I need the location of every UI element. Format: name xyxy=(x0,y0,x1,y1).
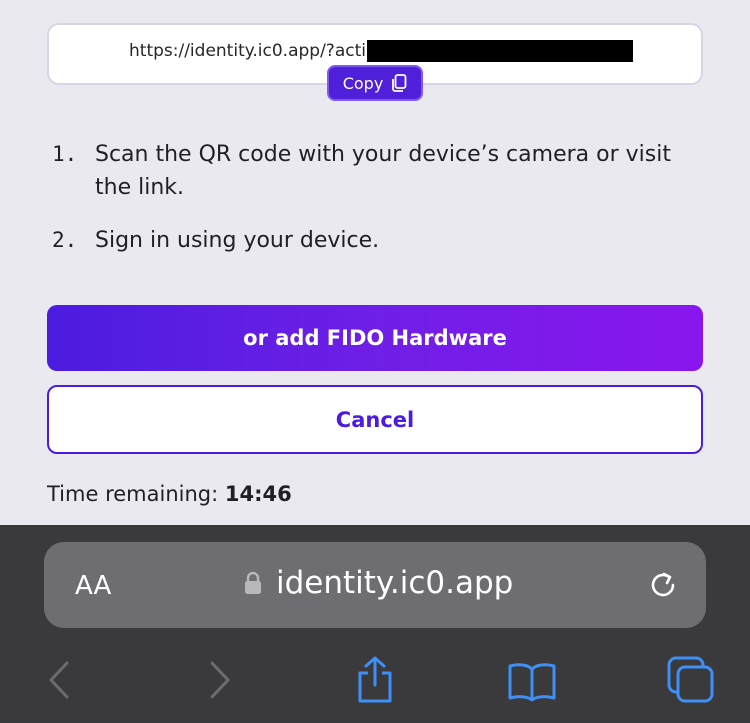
reload-icon[interactable] xyxy=(646,568,680,602)
browser-nav-row xyxy=(0,650,750,710)
forward-icon[interactable] xyxy=(196,655,246,705)
redaction-bar xyxy=(367,40,633,62)
step-text: Sign in using your device. xyxy=(95,228,380,253)
time-remaining-value: 14:46 xyxy=(224,482,292,506)
copy-button[interactable]: Copy xyxy=(327,65,423,101)
lock-icon xyxy=(244,571,262,595)
browser-toolbar: AA identity.ic0.app xyxy=(0,525,750,723)
time-remaining: Time remaining: 14:46 xyxy=(47,482,292,506)
instruction-step: 1. Scan the QR code with your device’s c… xyxy=(52,138,712,204)
step-text: Scan the QR code with your device’s came… xyxy=(95,142,671,200)
step-number: 2. xyxy=(52,228,78,252)
url-text: https://identity.ic0.app/?actio xyxy=(129,41,377,61)
add-fido-hardware-button[interactable]: or add FIDO Hardware xyxy=(47,305,703,371)
back-icon[interactable] xyxy=(37,655,87,705)
cancel-button[interactable]: Cancel xyxy=(47,385,703,454)
text-size-button[interactable]: AA xyxy=(75,571,111,601)
address-bar[interactable]: AA identity.ic0.app xyxy=(44,542,706,628)
address-text: identity.ic0.app xyxy=(276,565,514,601)
bookmarks-icon[interactable] xyxy=(507,655,557,705)
page-content: https://identity.ic0.app/?actio Copy 1. … xyxy=(0,0,750,525)
share-icon[interactable] xyxy=(350,655,400,705)
time-remaining-label: Time remaining: xyxy=(47,482,219,506)
address-display[interactable]: identity.ic0.app xyxy=(244,565,513,601)
copy-label: Copy xyxy=(342,73,384,93)
instruction-step: 2. Sign in using your device. xyxy=(52,224,712,257)
step-number: 1. xyxy=(52,142,78,166)
instruction-list: 1. Scan the QR code with your device’s c… xyxy=(52,138,712,277)
tabs-icon[interactable] xyxy=(666,655,716,705)
copy-icon xyxy=(391,73,407,93)
